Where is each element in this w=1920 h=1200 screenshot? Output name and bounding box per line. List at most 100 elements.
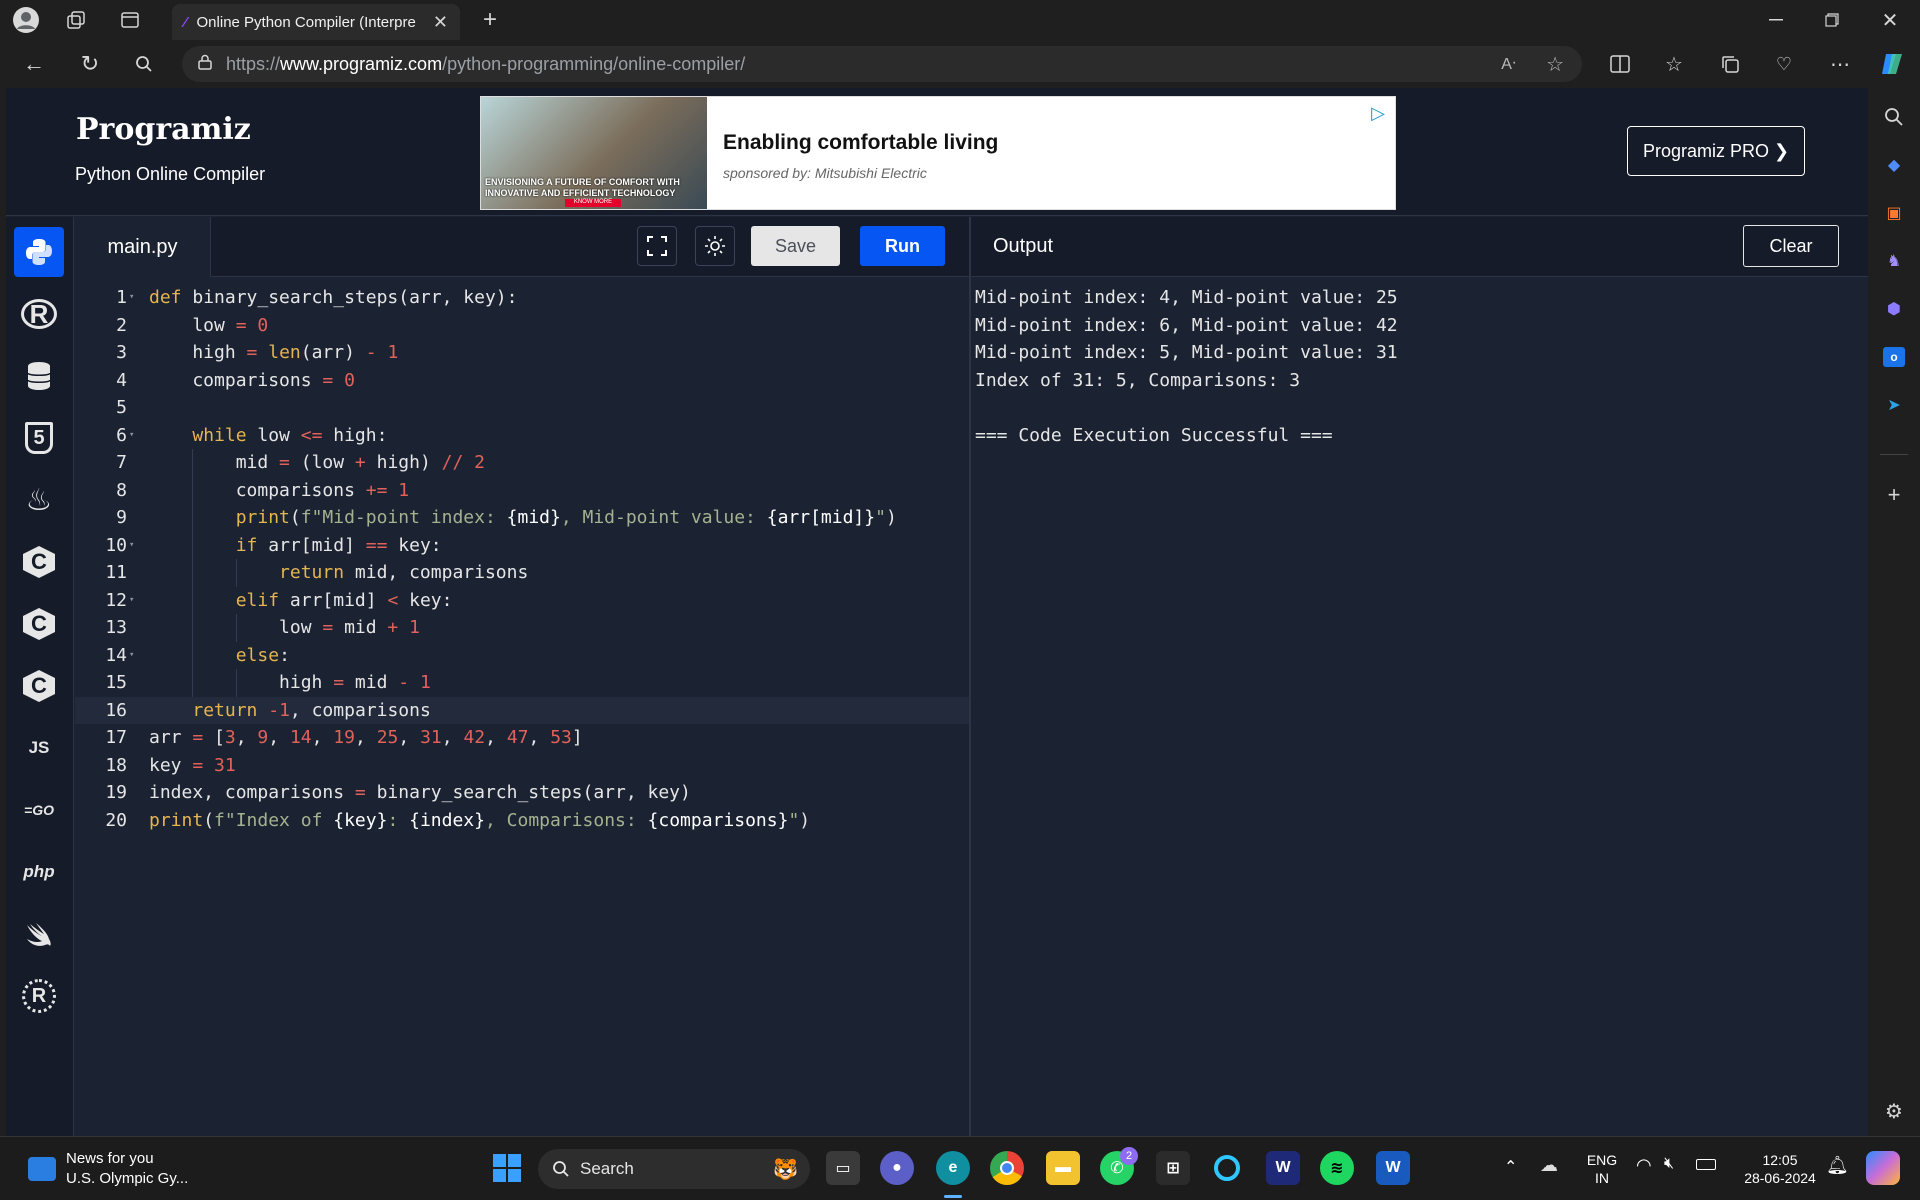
profile-icon[interactable]: [12, 6, 40, 34]
fold-toggle-icon[interactable]: ▾: [129, 532, 134, 560]
news-widget[interactable]: News for you U.S. Olympic Gy...: [28, 1149, 188, 1189]
copilot-icon[interactable]: [1878, 50, 1906, 78]
teams-icon[interactable]: ●: [880, 1151, 914, 1185]
programiz-pro-button[interactable]: Programiz PRO ❯: [1627, 126, 1805, 176]
code-line[interactable]: 15 high = mid - 1: [75, 669, 970, 697]
code-editor[interactable]: 1 ▾ def binary_search_steps(arr, key): 2 lo…: [75, 278, 970, 1136]
onedrive-icon[interactable]: ☁: [1540, 1155, 1558, 1176]
code-line[interactable]: 19 index, comparisons = binary_search_ste…: [75, 779, 970, 807]
code-line[interactable]: 13 low = mid + 1: [75, 614, 970, 642]
add-sidebar-app-icon[interactable]: +: [1881, 482, 1907, 508]
lang-html[interactable]: 5: [14, 413, 64, 463]
output-console[interactable]: Mid-point index: 4, Mid-point value: 25 M…: [971, 278, 1868, 1136]
split-screen-icon[interactable]: [1606, 50, 1634, 78]
battery-icon[interactable]: [1696, 1159, 1716, 1170]
code-line[interactable]: 1 ▾ def binary_search_steps(arr, key):: [75, 284, 970, 312]
advertisement-banner[interactable]: ENVISIONING A FUTURE OF COMFORT WITH INN…: [480, 96, 1396, 210]
back-icon[interactable]: ←: [20, 50, 48, 78]
copilot-sidebar-icon[interactable]: ⬢: [1881, 296, 1907, 322]
sidebar-settings-icon[interactable]: ⚙: [1881, 1098, 1907, 1124]
shopping-tag-icon[interactable]: ◆: [1881, 152, 1907, 178]
code-line[interactable]: 12 ▾ elif arr[mid] < key:: [75, 586, 970, 615]
lang-rust[interactable]: R: [14, 971, 64, 1021]
fold-toggle-icon[interactable]: ▾: [129, 642, 134, 670]
lang-javascript[interactable]: JS: [14, 723, 64, 773]
cortana-ring-icon[interactable]: [1210, 1151, 1244, 1185]
code-line[interactable]: 2 low = 0: [75, 312, 970, 340]
taskbar-search[interactable]: Search 🐯: [538, 1149, 810, 1189]
code-line[interactable]: 4 comparisons = 0: [75, 367, 970, 395]
workspaces-icon[interactable]: [62, 6, 90, 34]
lang-cpp[interactable]: C: [14, 599, 64, 649]
input-language-indicator[interactable]: ENG IN: [1582, 1151, 1622, 1187]
clear-button[interactable]: Clear: [1743, 225, 1839, 267]
lang-r[interactable]: R: [14, 289, 64, 339]
code-line[interactable]: 7 mid = (low + high) // 2: [75, 449, 970, 477]
save-button[interactable]: Save: [751, 226, 840, 266]
task-view-icon[interactable]: ▭: [826, 1151, 860, 1185]
chrome-icon[interactable]: [990, 1151, 1024, 1185]
favorites-icon[interactable]: ☆: [1660, 50, 1688, 78]
lang-go[interactable]: =GO: [14, 785, 64, 835]
show-hidden-icons-icon[interactable]: ⌃: [1504, 1157, 1517, 1177]
minimize-icon[interactable]: [1762, 6, 1790, 34]
search-icon[interactable]: [130, 50, 158, 78]
code-line[interactable]: 9 print(f"Mid-point index: {mid}, Mid-po…: [75, 504, 970, 532]
lang-python[interactable]: [14, 227, 64, 277]
file-explorer-icon[interactable]: ▬: [1046, 1151, 1080, 1185]
code-line[interactable]: 6 ▾ while low <= high:: [75, 422, 970, 450]
theme-toggle-button[interactable]: [695, 226, 735, 266]
lang-sql[interactable]: [14, 351, 64, 401]
lang-swift[interactable]: [14, 909, 64, 959]
telegram-icon[interactable]: ➤: [1881, 392, 1907, 418]
wifi-icon[interactable]: ◠: [1636, 1155, 1652, 1176]
new-tab-icon[interactable]: +: [476, 6, 504, 34]
edge-taskbar-icon[interactable]: e: [936, 1151, 970, 1185]
programiz-logo[interactable]: Programiz: [76, 112, 251, 147]
ad-choices-icon[interactable]: ▷: [1371, 103, 1385, 124]
browser-tab[interactable]: ⁄ Online Python Compiler (Interpre ✕: [172, 4, 460, 40]
ad-know-more-button[interactable]: KNOW MORE: [565, 199, 621, 207]
url-field[interactable]: https://www.programiz.com/python-program…: [182, 46, 1582, 82]
lang-csharp[interactable]: C: [14, 661, 64, 711]
code-line[interactable]: 8 comparisons += 1: [75, 476, 970, 504]
restore-icon[interactable]: [1818, 6, 1846, 34]
lang-c[interactable]: C: [14, 537, 64, 587]
code-line[interactable]: 14 ▾ else:: [75, 641, 970, 670]
run-button[interactable]: Run: [860, 226, 945, 266]
code-line[interactable]: 18 key = 31: [75, 752, 970, 780]
tools-briefcase-icon[interactable]: ▣: [1881, 200, 1907, 226]
code-line[interactable]: 16 return -1, comparisons: [75, 696, 970, 724]
sidebar-search-icon[interactable]: [1881, 104, 1907, 130]
refresh-icon[interactable]: ↻: [76, 50, 104, 78]
close-window-icon[interactable]: ✕: [1876, 6, 1904, 34]
favorite-star-icon[interactable]: ☆: [1546, 52, 1564, 77]
read-aloud-icon[interactable]: Aᐧ: [1501, 54, 1516, 74]
outlook-icon[interactable]: o: [1881, 344, 1907, 370]
microsoft-store-icon[interactable]: ⊞: [1156, 1151, 1190, 1185]
lang-php[interactable]: php: [14, 847, 64, 897]
fold-toggle-icon[interactable]: ▾: [129, 284, 134, 312]
fullscreen-button[interactable]: [637, 226, 677, 266]
webex-icon[interactable]: W: [1266, 1151, 1300, 1185]
code-line[interactable]: 17 arr = [3, 9, 14, 19, 25, 31, 42, 47, 5…: [75, 724, 970, 752]
notification-bell-icon[interactable]: 🔔︎: [1826, 1155, 1849, 1176]
fold-toggle-icon[interactable]: ▾: [129, 422, 134, 450]
close-tab-icon[interactable]: ✕: [433, 12, 448, 33]
clock[interactable]: 12:05 28-06-2024: [1730, 1151, 1830, 1187]
collections-icon[interactable]: [1716, 50, 1744, 78]
file-tab-main-py[interactable]: main.py: [75, 217, 211, 277]
windows-start-icon[interactable]: [490, 1151, 524, 1185]
code-line[interactable]: 5: [75, 394, 970, 422]
browser-essentials-icon[interactable]: ♡: [1770, 50, 1798, 78]
copilot-taskbar-icon[interactable]: [1866, 1151, 1900, 1185]
word-icon[interactable]: W: [1376, 1151, 1410, 1185]
games-icon[interactable]: ♞: [1881, 248, 1907, 274]
volume-muted-icon[interactable]: 🔇︎: [1664, 1155, 1674, 1173]
more-options-icon[interactable]: ⋯: [1826, 50, 1854, 78]
fold-toggle-icon[interactable]: ▾: [129, 587, 134, 615]
code-line[interactable]: 3 high = len(arr) - 1: [75, 339, 970, 367]
tab-actions-icon[interactable]: [116, 6, 144, 34]
code-line[interactable]: 11 return mid, comparisons: [75, 559, 970, 587]
lang-java[interactable]: ♨: [14, 475, 64, 525]
